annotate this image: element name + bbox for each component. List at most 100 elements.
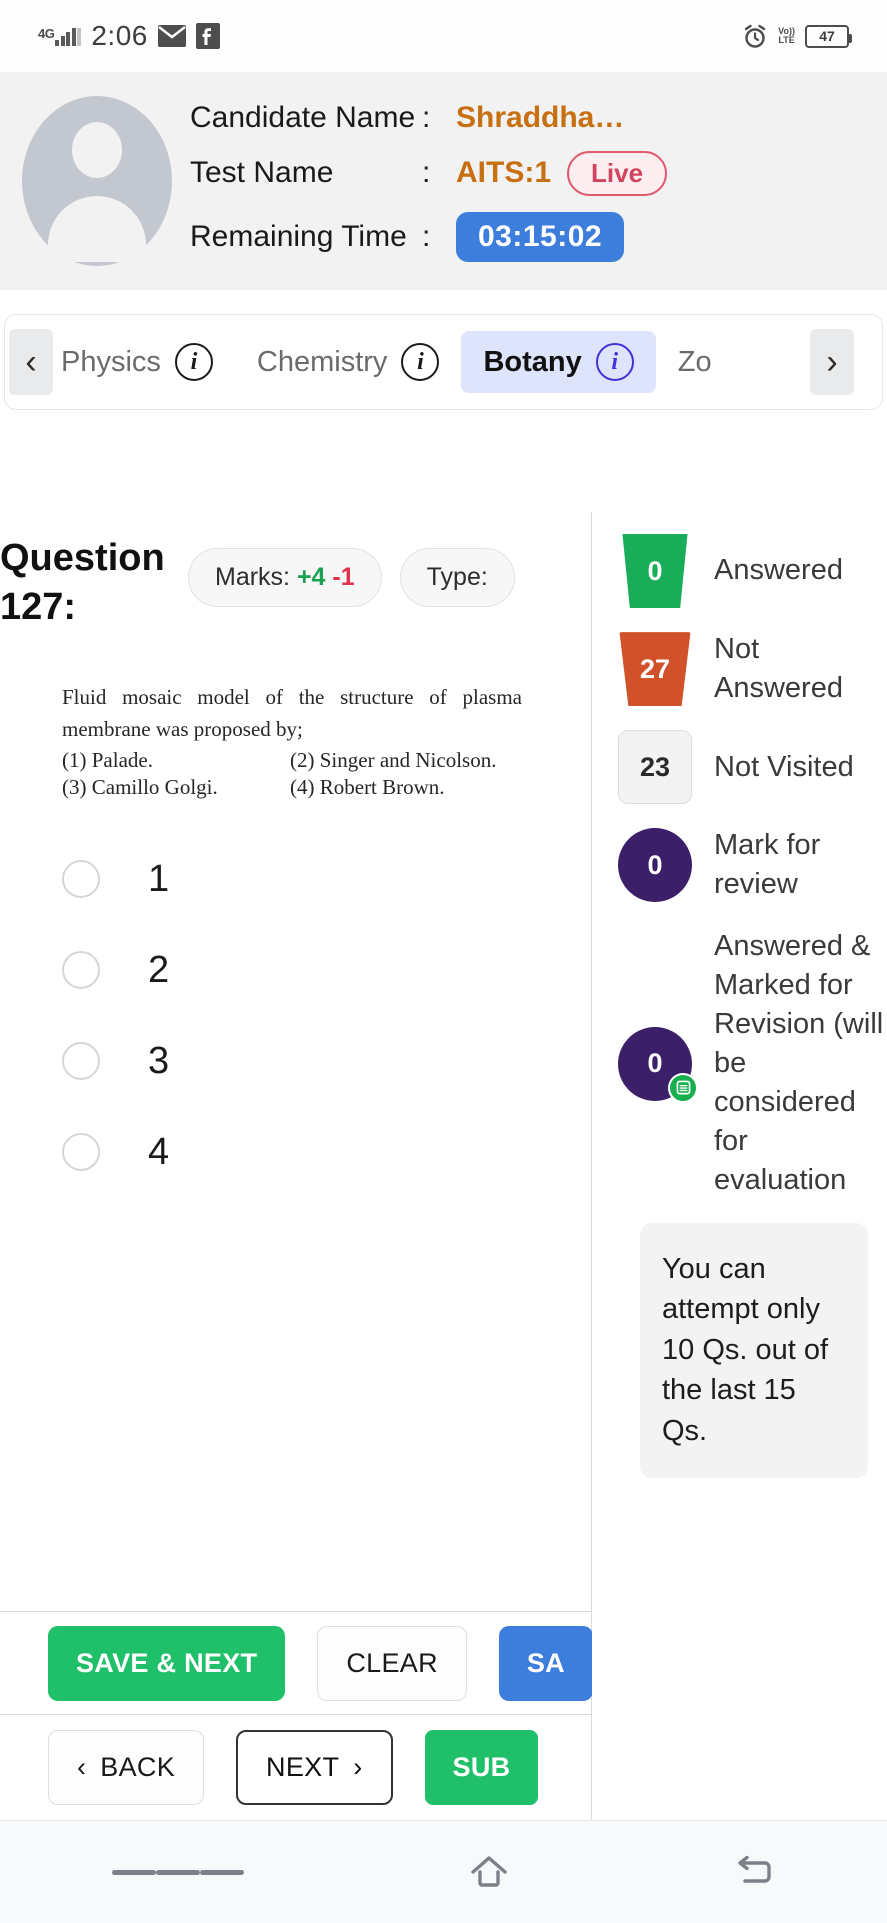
test-name-value: AITS:1 — [456, 156, 552, 189]
status-bar: 4G 2:06 Vo)) LTE 47 — [0, 0, 887, 72]
info-icon[interactable]: i — [595, 343, 634, 381]
alarm-icon — [742, 23, 768, 49]
facebook-icon — [195, 23, 220, 49]
colon-separator: : — [422, 219, 431, 253]
save-and-mark-button[interactable]: SA — [498, 1625, 593, 1701]
legend-item-answered-and-marked[interactable]: 0 Answered & Marked for Revision (will b… — [618, 927, 887, 1201]
chevron-left-icon: ‹ — [77, 1752, 87, 1782]
back-button-label: BACK — [100, 1752, 176, 1782]
tab-zoology[interactable]: Zo — [656, 334, 734, 391]
question-choices-row-1: (1) Palade. (2) Singer and Nicolson. — [62, 748, 591, 773]
mail-icon — [157, 25, 186, 47]
answered-and-marked-badge: 0 — [618, 1026, 698, 1103]
type-pill: Type: — [399, 548, 515, 607]
question-header: Question 127: Marks: +4 -1 Type: — [0, 512, 591, 633]
option-3[interactable]: 3 — [62, 1040, 591, 1083]
not-visited-badge: 23 — [618, 730, 692, 805]
option-4-label: 4 — [148, 1130, 170, 1173]
question-title-line1: Question — [0, 537, 165, 579]
legend-item-mark-for-review[interactable]: 0 Mark for review — [618, 826, 887, 904]
option-1[interactable]: 1 — [62, 858, 591, 901]
option-1-label: 1 — [148, 857, 170, 900]
question-choice-4: (4) Robert Brown. — [290, 774, 445, 799]
type-label: Type: — [426, 563, 488, 591]
back-icon[interactable] — [735, 1854, 775, 1890]
battery-level-label: 47 — [819, 28, 835, 44]
info-icon[interactable]: i — [174, 343, 213, 381]
question-choice-1: (1) Palade. — [62, 747, 153, 772]
option-2[interactable]: 2 — [62, 949, 591, 992]
radio-button-2[interactable] — [62, 951, 100, 990]
clear-button[interactable]: CLEAR — [317, 1625, 467, 1701]
candidate-info-rows: Candidate Name : Shraddha… Test Name : A… — [190, 101, 863, 262]
tab-botany[interactable]: Botany i — [461, 331, 656, 393]
signal-bars-icon — [55, 27, 82, 46]
question-choice-3: (3) Camillo Golgi. — [62, 774, 218, 799]
question-body: Fluid mosaic model of the structure of p… — [0, 633, 591, 800]
marks-label: Marks: — [215, 563, 290, 591]
subject-tabs[interactable]: Physics i Chemistry i Botany i Zo ‹ › — [4, 314, 883, 410]
legend-label-not-visited: Not Visited — [714, 750, 854, 783]
legend-item-not-visited[interactable]: 23 Not Visited — [618, 730, 887, 805]
remaining-time-value: 03:15:02 — [456, 211, 625, 262]
info-icon[interactable]: i — [401, 343, 440, 381]
tab-physics[interactable]: Physics i — [39, 331, 235, 393]
android-navigation-bar[interactable] — [0, 1820, 887, 1923]
battery-icon: 47 — [805, 24, 852, 48]
remaining-time-row: Remaining Time : 03:15:02 — [190, 211, 863, 262]
legend-label-answered: Answered — [714, 554, 843, 587]
tabs-prev-arrow-icon[interactable]: ‹ — [9, 329, 53, 395]
answer-options[interactable]: 1 2 3 4 — [0, 858, 591, 1174]
radio-button-1[interactable] — [62, 860, 100, 899]
colon-separator: : — [422, 100, 431, 134]
home-icon[interactable] — [468, 1854, 510, 1890]
colon-separator: : — [422, 156, 431, 189]
not-answered-badge: 27 — [619, 632, 691, 707]
radio-button-4[interactable] — [62, 1133, 100, 1172]
question-number: 127: — [0, 586, 77, 629]
signal-icon: 4G — [38, 25, 82, 46]
tab-chemistry[interactable]: Chemistry i — [235, 331, 462, 393]
option-4[interactable]: 4 — [62, 1131, 591, 1174]
primary-action-row: SAVE & NEXT CLEAR SA — [0, 1611, 593, 1714]
save-and-next-button[interactable]: SAVE & NEXT — [48, 1625, 286, 1701]
mark-for-review-badge: 0 — [618, 828, 692, 903]
candidate-name-row: Candidate Name : Shraddha… — [190, 101, 863, 135]
main-content: Question 127: Marks: +4 -1 Type: Fluid m… — [0, 512, 887, 1820]
test-name-label: Test Name — [190, 156, 334, 189]
tabs-next-arrow-icon[interactable]: › — [810, 329, 854, 395]
candidate-name-label: Candidate Name — [190, 100, 416, 134]
page-title: Question 127: — [0, 534, 180, 633]
legend-item-answered[interactable]: 0 Answered — [618, 534, 887, 608]
next-button[interactable]: NEXT › — [236, 1730, 393, 1805]
legend-label-not-answered: Not Answered — [714, 633, 843, 705]
volte-icon: Vo)) LTE — [778, 26, 795, 45]
subject-tabs-scroller[interactable]: Physics i Chemistry i Botany i Zo — [5, 331, 734, 393]
action-button-bar: SAVE & NEXT CLEAR SA ‹ BACK NEXT › SUB — [0, 1611, 593, 1820]
candidate-header: Candidate Name : Shraddha… Test Name : A… — [0, 72, 887, 290]
status-bar-left: 4G 2:06 — [38, 20, 220, 52]
remaining-time-label: Remaining Time — [190, 219, 407, 253]
status-bar-right: Vo)) LTE 47 — [742, 23, 852, 49]
attempt-limit-note: You can attempt only 10 Qs. out of the l… — [640, 1222, 868, 1478]
option-3-label: 3 — [148, 1039, 170, 1082]
back-button[interactable]: ‹ BACK — [48, 1730, 205, 1805]
legend-label-mark-for-review: Mark for review — [714, 829, 821, 901]
legend-label-answered-and-marked: Answered & Marked for Revision (will be … — [714, 929, 884, 1197]
question-choices-row-2: (3) Camillo Golgi. (4) Robert Brown. — [62, 775, 591, 800]
list-check-icon — [668, 1072, 698, 1103]
question-stem: Fluid mosaic model of the structure of p… — [62, 684, 522, 742]
navigation-action-row: ‹ BACK NEXT › SUB — [0, 1714, 591, 1820]
recents-icon[interactable] — [112, 1863, 245, 1882]
submit-button[interactable]: SUB — [424, 1730, 539, 1805]
test-name-row: Test Name : AITS:1 Live — [190, 150, 863, 196]
radio-button-3[interactable] — [62, 1042, 100, 1081]
question-column: Question 127: Marks: +4 -1 Type: Fluid m… — [0, 512, 593, 1820]
next-button-label: NEXT — [266, 1752, 340, 1782]
tab-physics-label: Physics — [61, 345, 161, 378]
marks-positive: +4 — [296, 563, 326, 591]
option-2-label: 2 — [148, 948, 170, 991]
avatar-body-shape — [48, 196, 146, 262]
network-type-label: 4G — [38, 25, 55, 41]
legend-item-not-answered[interactable]: 27 Not Answered — [618, 630, 887, 708]
